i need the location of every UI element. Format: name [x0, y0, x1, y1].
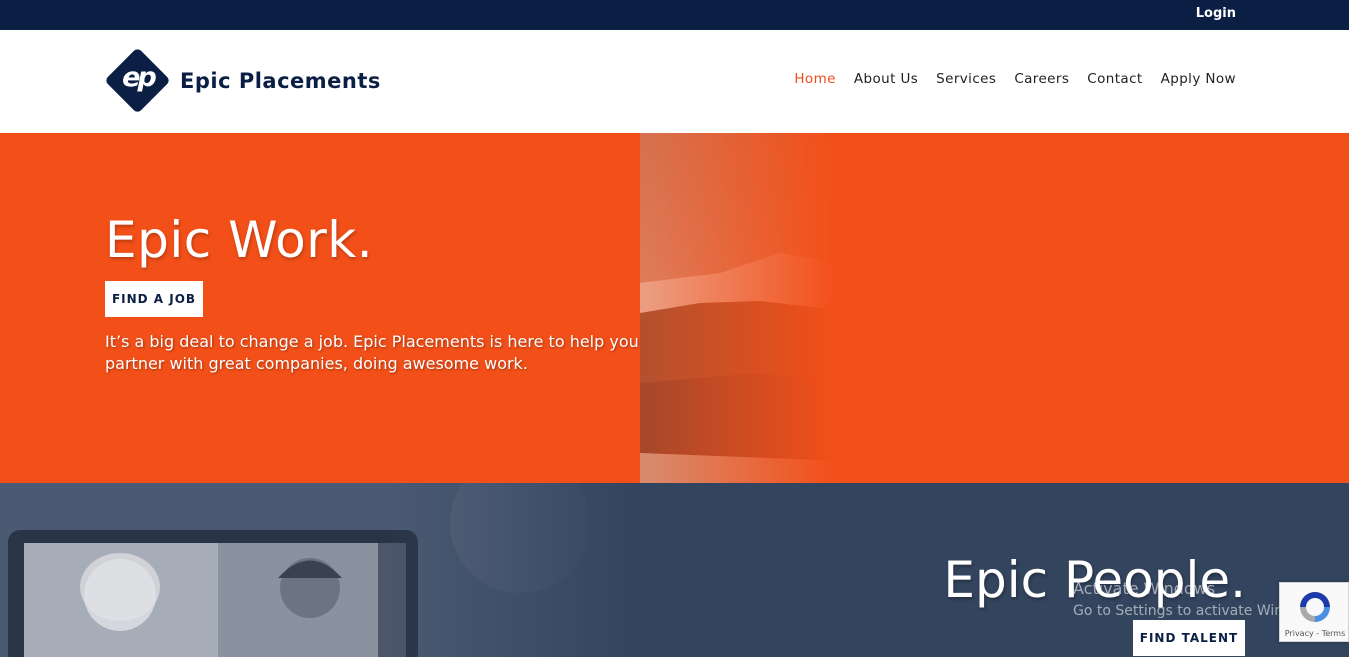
- find-a-job-button[interactable]: FIND A JOB: [105, 281, 203, 317]
- recaptcha-privacy-terms[interactable]: Privacy - Terms: [1284, 629, 1346, 638]
- top-bar: Login: [0, 0, 1349, 30]
- video-call-laptop-image: [0, 483, 640, 657]
- nav-careers[interactable]: Careers: [1014, 71, 1069, 87]
- logo-icon: ep: [104, 47, 172, 115]
- hero-description: It’s a big deal to change a job. Epic Pl…: [105, 332, 639, 373]
- nav-services[interactable]: Services: [936, 71, 996, 87]
- hero-section: Epic Work. FIND A JOB It’s a big deal to…: [0, 133, 1349, 483]
- hero-title: Epic Work.: [105, 211, 374, 269]
- recaptcha-icon: [1300, 592, 1330, 622]
- find-talent-button[interactable]: FIND TALENT: [1133, 620, 1245, 656]
- people-section: Epic People. FIND TALENT: [0, 483, 1349, 657]
- logo-letters: ep: [122, 62, 157, 93]
- nav-apply-now[interactable]: Apply Now: [1161, 71, 1236, 87]
- recaptcha-badge[interactable]: Privacy - Terms: [1279, 582, 1349, 642]
- site-header: ep Epic Placements Home About Us Service…: [0, 30, 1349, 133]
- nav-about-us[interactable]: About Us: [854, 71, 918, 87]
- nav-home[interactable]: Home: [794, 71, 835, 87]
- login-link[interactable]: Login: [1196, 6, 1236, 21]
- nav-contact[interactable]: Contact: [1087, 71, 1142, 87]
- main-nav: Home About Us Services Careers Contact A…: [794, 71, 1236, 87]
- brand-name: Epic Placements: [180, 69, 381, 93]
- brand-logo[interactable]: ep Epic Placements: [104, 47, 381, 115]
